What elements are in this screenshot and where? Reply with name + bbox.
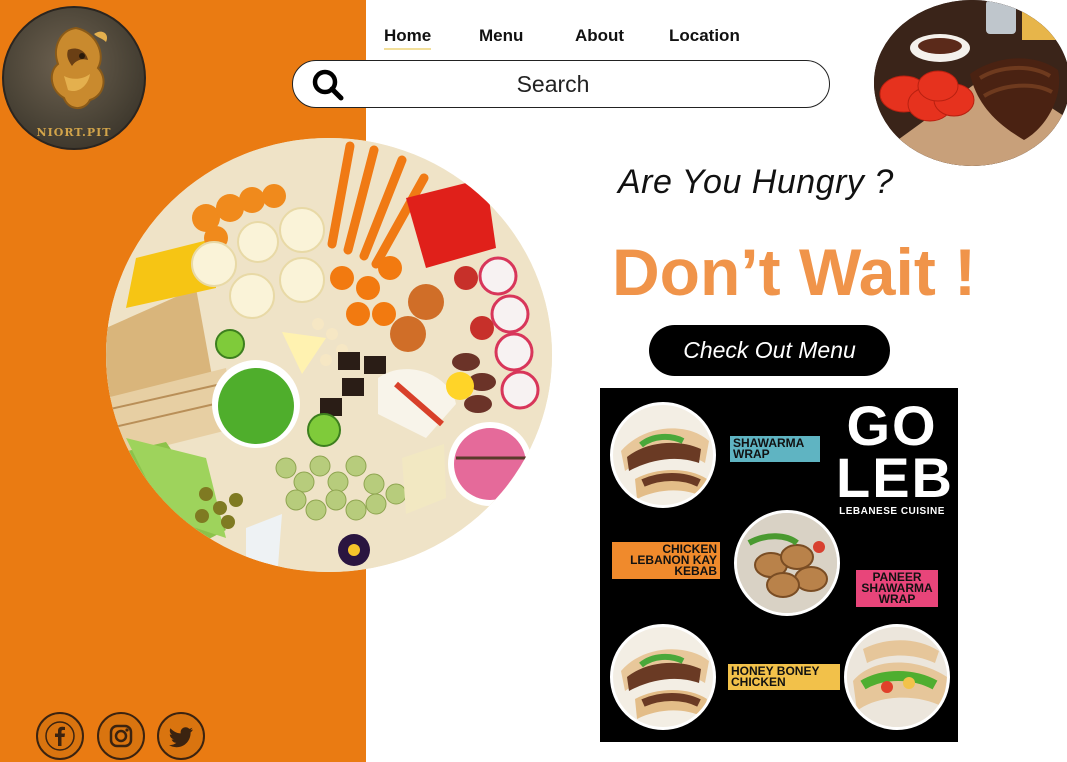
nav-location[interactable]: Location bbox=[669, 26, 740, 46]
tag-paneer-shawarma-wrap: PANEER SHAWARMA WRAP bbox=[856, 570, 938, 607]
instagram-button[interactable] bbox=[97, 712, 145, 760]
tag-honey-boney-chicken: HONEY BONEY CHICKEN bbox=[728, 664, 840, 690]
twitter-button[interactable] bbox=[157, 712, 205, 760]
search-input[interactable] bbox=[363, 65, 743, 103]
dish-honey-chicken-photo bbox=[610, 624, 716, 730]
facebook-icon bbox=[45, 721, 75, 751]
top-nav: Home Menu About Location bbox=[366, 22, 866, 52]
dish-paneer-wrap-photo bbox=[844, 624, 950, 730]
nav-home[interactable]: Home bbox=[384, 26, 432, 50]
food-platter-photo bbox=[106, 138, 552, 572]
menu-brand-top: GO bbox=[846, 394, 938, 457]
nav-about[interactable]: About bbox=[575, 26, 624, 46]
menu-card[interactable]: GO LEB LEBANESE CUISINE SHAWARMA WRAP CH… bbox=[600, 388, 958, 742]
search-bar[interactable] bbox=[292, 60, 830, 108]
tag-shawarma-wrap: SHAWARMA WRAP bbox=[730, 436, 820, 462]
menu-brand-bottom: LEB bbox=[836, 446, 954, 509]
ribs-photo bbox=[874, 0, 1067, 166]
instagram-icon bbox=[109, 724, 133, 748]
nav-menu[interactable]: Menu bbox=[479, 26, 523, 46]
hero-headline: Don’t Wait ! bbox=[612, 235, 977, 309]
logo-text: NIORT.PIT bbox=[36, 126, 112, 139]
hero-tagline: Are You Hungry ? bbox=[618, 163, 894, 201]
menu-brand-subtitle: LEBANESE CUISINE bbox=[839, 506, 945, 517]
search-icon[interactable] bbox=[311, 68, 345, 102]
logo-emblem-icon bbox=[50, 26, 108, 109]
brand-logo[interactable]: NIORT.PIT bbox=[2, 6, 146, 150]
menu-brand: GO LEB LEBANESE CUISINE bbox=[836, 394, 954, 518]
twitter-icon bbox=[168, 727, 193, 748]
dish-chicken-kebab-photo bbox=[734, 510, 840, 616]
check-out-menu-button[interactable]: Check Out Menu bbox=[649, 325, 890, 376]
facebook-button[interactable] bbox=[36, 712, 84, 760]
dish-shawarma-wrap-photo bbox=[610, 402, 716, 508]
tag-chicken-kebab: CHICKEN LEBANON KAY KEBAB bbox=[612, 542, 720, 579]
